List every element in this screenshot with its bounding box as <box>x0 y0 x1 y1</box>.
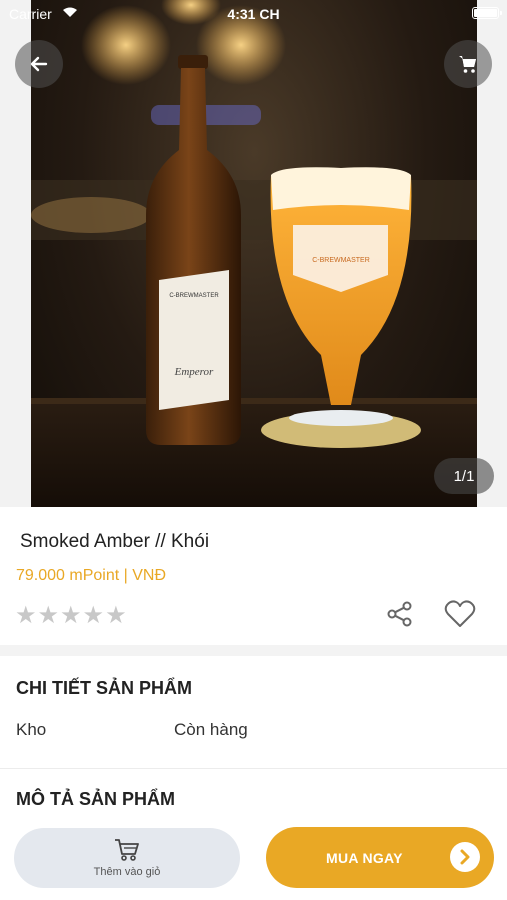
add-to-cart-button[interactable]: Thêm vào giỏ <box>14 828 240 888</box>
product-description-title: MÔ TẢ SẢN PHẨM <box>16 789 175 809</box>
status-bar: Carrier 4:31 CH <box>0 0 507 28</box>
clock: 4:31 CH <box>227 6 280 22</box>
buy-now-label: MUA NGAY <box>326 850 403 866</box>
star-icon[interactable]: ★ <box>105 604 127 628</box>
product-photo: C-BREWMASTER Emperor C-BREWMASTER <box>31 0 477 507</box>
image-counter: 1/1 <box>434 458 494 494</box>
product-name: Smoked Amber // Khói <box>20 531 210 552</box>
buy-now-button[interactable]: MUA NGAY <box>266 827 494 888</box>
svg-text:C-BREWMASTER: C-BREWMASTER <box>312 257 370 264</box>
back-button[interactable] <box>15 40 63 88</box>
section-divider <box>0 645 507 656</box>
chevron-right-icon <box>450 842 480 872</box>
product-price: 79.000 mPoint | VNĐ <box>16 567 167 584</box>
add-to-cart-label: Thêm vào giỏ <box>93 866 161 878</box>
svg-text:C-BREWMASTER: C-BREWMASTER <box>169 293 219 299</box>
product-details-title: CHI TIẾT SẢN PHẨM <box>16 678 193 698</box>
battery-icon <box>472 7 502 19</box>
cart-icon <box>459 56 476 73</box>
back-arrow-icon <box>30 56 48 72</box>
detail-key-stock: Kho <box>16 720 47 739</box>
product-image-gallery[interactable]: C-BREWMASTER Emperor C-BREWMASTER 1/1 <box>0 0 507 507</box>
heart-icon[interactable] <box>444 599 476 629</box>
cart-button[interactable] <box>444 40 492 88</box>
detail-value-stock: Còn hàng <box>174 720 248 739</box>
divider <box>0 768 507 769</box>
share-icon[interactable] <box>386 600 414 628</box>
star-icon[interactable]: ★ <box>60 604 82 628</box>
rating-stars[interactable]: ★ ★ ★ ★ ★ <box>15 604 127 628</box>
cart-icon <box>115 839 139 861</box>
star-icon[interactable]: ★ <box>15 604 37 628</box>
svg-text:Emperor: Emperor <box>174 366 214 378</box>
bottom-action-bar: Thêm vào giỏ MUA NGAY <box>0 820 507 900</box>
star-icon[interactable]: ★ <box>38 604 60 628</box>
star-icon[interactable]: ★ <box>83 604 105 628</box>
